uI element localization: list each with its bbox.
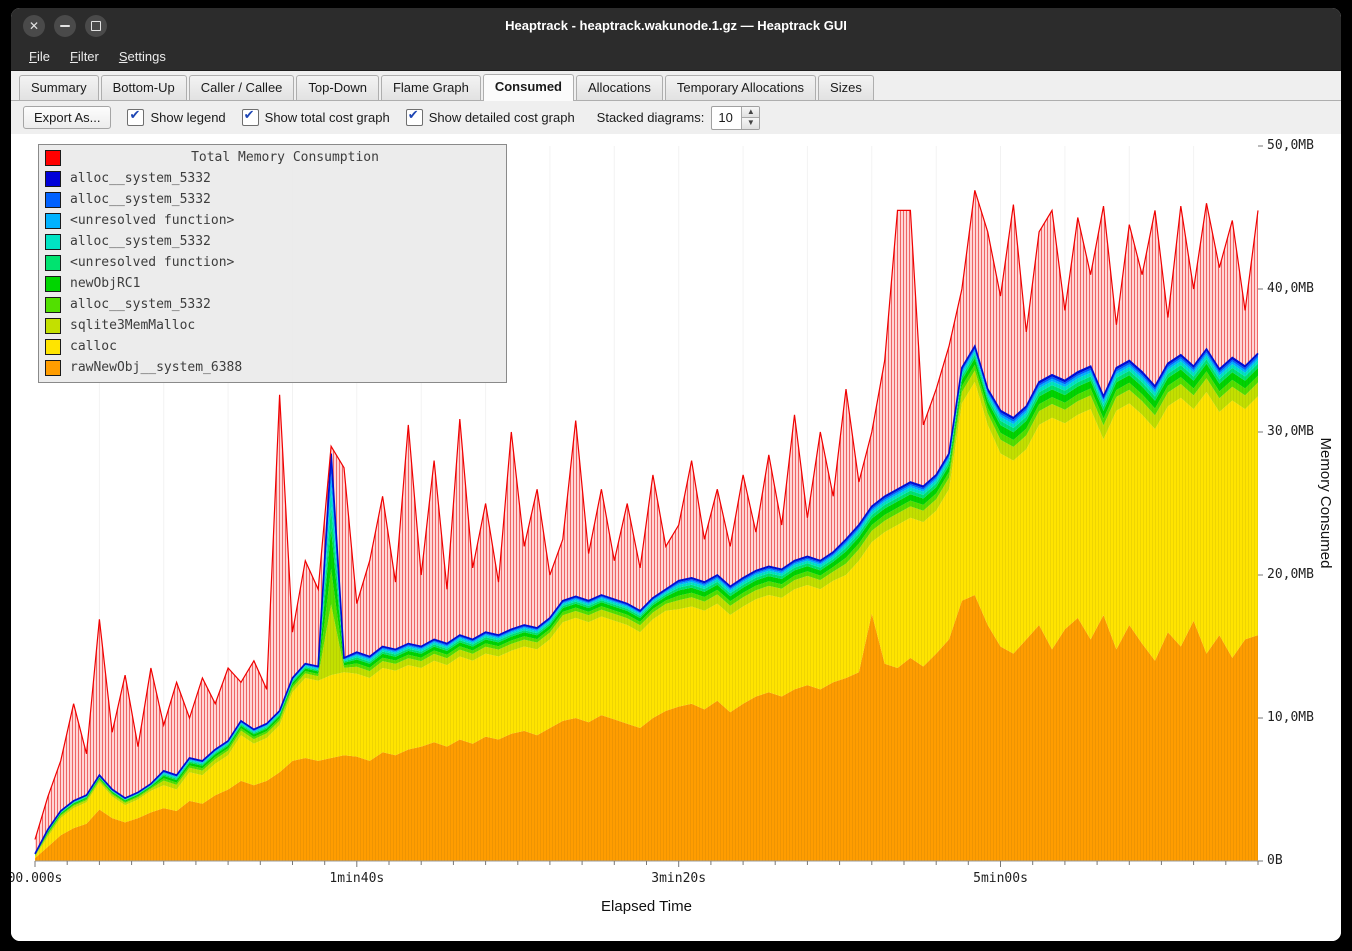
checkbox-label: Show detailed cost graph [429, 110, 575, 125]
menu-bar: File Filter Settings [11, 43, 1341, 71]
tab-bottom-up[interactable]: Bottom-Up [101, 75, 187, 100]
legend-item-label: alloc__system_5332 [70, 234, 211, 249]
tab-caller-callee[interactable]: Caller / Callee [189, 75, 295, 100]
checkbox-label: Show legend [150, 110, 225, 125]
toolbar: Export As... Show legend Show total cost… [11, 101, 1341, 134]
minimize-icon [60, 25, 70, 27]
chart-legend: Total Memory Consumption alloc__system_53… [38, 144, 507, 383]
legend-swatch [45, 276, 61, 292]
y-axis-tick-label: 40,0MB [1267, 281, 1314, 296]
legend-swatch [45, 192, 61, 208]
maximize-icon [91, 21, 101, 31]
tab-allocations[interactable]: Allocations [576, 75, 663, 100]
legend-item: calloc [39, 336, 506, 357]
menu-filter[interactable]: Filter [60, 45, 109, 68]
menu-settings[interactable]: Settings [109, 45, 176, 68]
checkbox-box [242, 109, 259, 126]
show-legend-checkbox[interactable]: Show legend [127, 109, 225, 126]
stacked-diagrams-label: Stacked diagrams: [597, 110, 705, 125]
legend-item-label: <unresolved function> [70, 213, 234, 228]
legend-item: alloc__system_5332 [39, 168, 506, 189]
legend-swatch [45, 234, 61, 250]
export-as-button[interactable]: Export As... [23, 106, 111, 129]
spin-down-button[interactable]: ▼ [742, 118, 759, 129]
legend-item: alloc__system_5332 [39, 189, 506, 210]
tab-bar: SummaryBottom-UpCaller / CalleeTop-DownF… [11, 71, 1341, 101]
tab-flame-graph[interactable]: Flame Graph [381, 75, 481, 100]
tab-summary[interactable]: Summary [19, 75, 99, 100]
legend-swatch [45, 360, 61, 376]
titlebar[interactable]: ✕ Heaptrack - heaptrack.wakunode.1.gz — … [11, 8, 1341, 43]
checkbox-label: Show total cost graph [265, 110, 390, 125]
x-axis-title: Elapsed Time [35, 898, 1258, 915]
legend-item-label: alloc__system_5332 [70, 297, 211, 312]
window-controls: ✕ [11, 15, 107, 37]
legend-item: alloc__system_5332 [39, 294, 506, 315]
legend-swatch [45, 171, 61, 187]
legend-swatch [45, 297, 61, 313]
legend-item-label: alloc__system_5332 [70, 192, 211, 207]
legend-item: <unresolved function> [39, 210, 506, 231]
legend-item-label: rawNewObj__system_6388 [70, 360, 242, 375]
legend-swatch [45, 213, 61, 229]
spinbox-value: 10 [712, 107, 741, 129]
legend-item-label: calloc [70, 339, 117, 354]
legend-item-label: alloc__system_5332 [70, 171, 211, 186]
spinbox-buttons: ▲ ▼ [741, 107, 759, 129]
tab-sizes[interactable]: Sizes [818, 75, 874, 100]
legend-title: Total Memory Consumption [70, 150, 500, 165]
y-axis-tick-label: 50,0MB [1267, 138, 1314, 153]
legend-item: rawNewObj__system_6388 [39, 357, 506, 378]
legend-item: <unresolved function> [39, 252, 506, 273]
show-total-cost-graph-checkbox[interactable]: Show total cost graph [242, 109, 390, 126]
y-axis-title: Memory Consumed [1317, 438, 1334, 569]
legend-swatch [45, 150, 61, 166]
legend-swatch [45, 255, 61, 271]
legend-title-row: Total Memory Consumption [39, 147, 506, 168]
heaptrack-window: ✕ Heaptrack - heaptrack.wakunode.1.gz — … [11, 8, 1341, 941]
stacked-diagrams-spinbox[interactable]: 10 ▲ ▼ [711, 106, 760, 130]
legend-item-label: <unresolved function> [70, 255, 234, 270]
menu-file[interactable]: File [19, 45, 60, 68]
close-button[interactable]: ✕ [23, 15, 45, 37]
tab-consumed[interactable]: Consumed [483, 74, 574, 101]
y-axis-tick-label: 20,0MB [1267, 567, 1314, 582]
x-axis-tick-label: 3min20s [651, 871, 706, 886]
maximize-button[interactable] [85, 15, 107, 37]
legend-swatch [45, 318, 61, 334]
chart-region: 0B 10,0MB 20,0MB 30,0MB 40,0MB 50,0MB 00.000s 1… [11, 134, 1341, 941]
legend-item: sqlite3MemMalloc [39, 315, 506, 336]
y-axis-tick-label: 0B [1267, 853, 1283, 868]
tab-top-down[interactable]: Top-Down [296, 75, 379, 100]
show-detailed-cost-graph-checkbox[interactable]: Show detailed cost graph [406, 109, 575, 126]
window-title: Heaptrack - heaptrack.wakunode.1.gz — He… [11, 8, 1341, 43]
x-axis-tick-label: 1min40s [329, 871, 384, 886]
legend-swatch [45, 339, 61, 355]
checkbox-box [127, 109, 144, 126]
x-axis-tick-label: 5min00s [973, 871, 1028, 886]
x-axis-tick-label: 00.000s [11, 871, 62, 886]
legend-item: newObjRC1 [39, 273, 506, 294]
tab-temporary-allocations[interactable]: Temporary Allocations [665, 75, 816, 100]
checkbox-box [406, 109, 423, 126]
y-axis-tick-label: 10,0MB [1267, 710, 1314, 725]
minimize-button[interactable] [54, 15, 76, 37]
legend-item: alloc__system_5332 [39, 231, 506, 252]
y-axis-tick-label: 30,0MB [1267, 424, 1314, 439]
spin-up-button[interactable]: ▲ [742, 107, 759, 119]
legend-item-label: newObjRC1 [70, 276, 140, 291]
legend-item-label: sqlite3MemMalloc [70, 318, 195, 333]
